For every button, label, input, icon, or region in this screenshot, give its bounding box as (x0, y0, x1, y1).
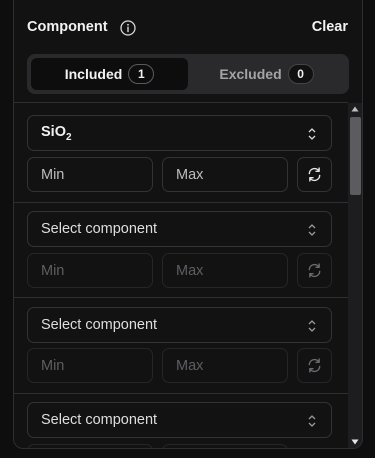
divider (14, 102, 348, 103)
refresh-button-1[interactable] (297, 157, 332, 192)
chevron-up-down-icon (308, 320, 316, 332)
info-icon[interactable] (120, 20, 136, 36)
component-filter-panel: Component Clear Included 1 Excluded 0 Si… (13, 0, 363, 449)
refresh-icon (308, 358, 321, 373)
component-select-1[interactable]: SiO2 (27, 115, 332, 151)
component-select-3-value: Select component (41, 317, 158, 333)
refresh-button-3[interactable] (297, 348, 332, 383)
panel-title: Component (27, 19, 108, 35)
excluded-count-badge: 0 (287, 64, 314, 84)
component-select-4[interactable]: Select component (27, 402, 332, 438)
tab-included-label: Included (64, 66, 123, 82)
chevron-up-down-icon (308, 415, 316, 427)
divider (14, 297, 348, 298)
divider (14, 202, 348, 203)
component-select-4-value: Select component (41, 412, 158, 428)
refresh-icon (308, 167, 321, 182)
component-select-1-value: SiO2 (41, 123, 72, 143)
refresh-button-2[interactable] (297, 253, 332, 288)
chevron-up-down-icon (308, 128, 316, 140)
included-count-badge: 1 (128, 64, 155, 84)
min-input-1[interactable] (27, 157, 153, 192)
panel-header: Component Clear (14, 0, 362, 52)
scroll-down-arrow-icon[interactable] (351, 438, 359, 446)
refresh-icon (308, 263, 321, 278)
included-excluded-toggle: Included 1 Excluded 0 (27, 54, 349, 94)
scroll-up-arrow-icon[interactable] (351, 105, 359, 113)
tab-excluded[interactable]: Excluded 0 (188, 58, 345, 90)
component-select-2[interactable]: Select component (27, 211, 332, 247)
tab-included[interactable]: Included 1 (31, 58, 188, 90)
min-input-2[interactable] (27, 253, 153, 288)
max-input-3[interactable] (162, 348, 288, 383)
component-select-2-value: Select component (41, 221, 158, 237)
max-input-2[interactable] (162, 253, 288, 288)
max-input-1[interactable] (162, 157, 288, 192)
scrollbar[interactable] (348, 103, 362, 448)
component-select-3[interactable]: Select component (27, 307, 332, 343)
divider (14, 393, 348, 394)
tab-excluded-label: Excluded (219, 66, 282, 82)
max-input-4[interactable] (162, 444, 288, 448)
scrollbar-thumb[interactable] (350, 117, 361, 195)
clear-button[interactable]: Clear (312, 19, 348, 35)
chevron-up-down-icon (308, 224, 316, 236)
min-input-4[interactable] (27, 444, 153, 448)
min-input-3[interactable] (27, 348, 153, 383)
